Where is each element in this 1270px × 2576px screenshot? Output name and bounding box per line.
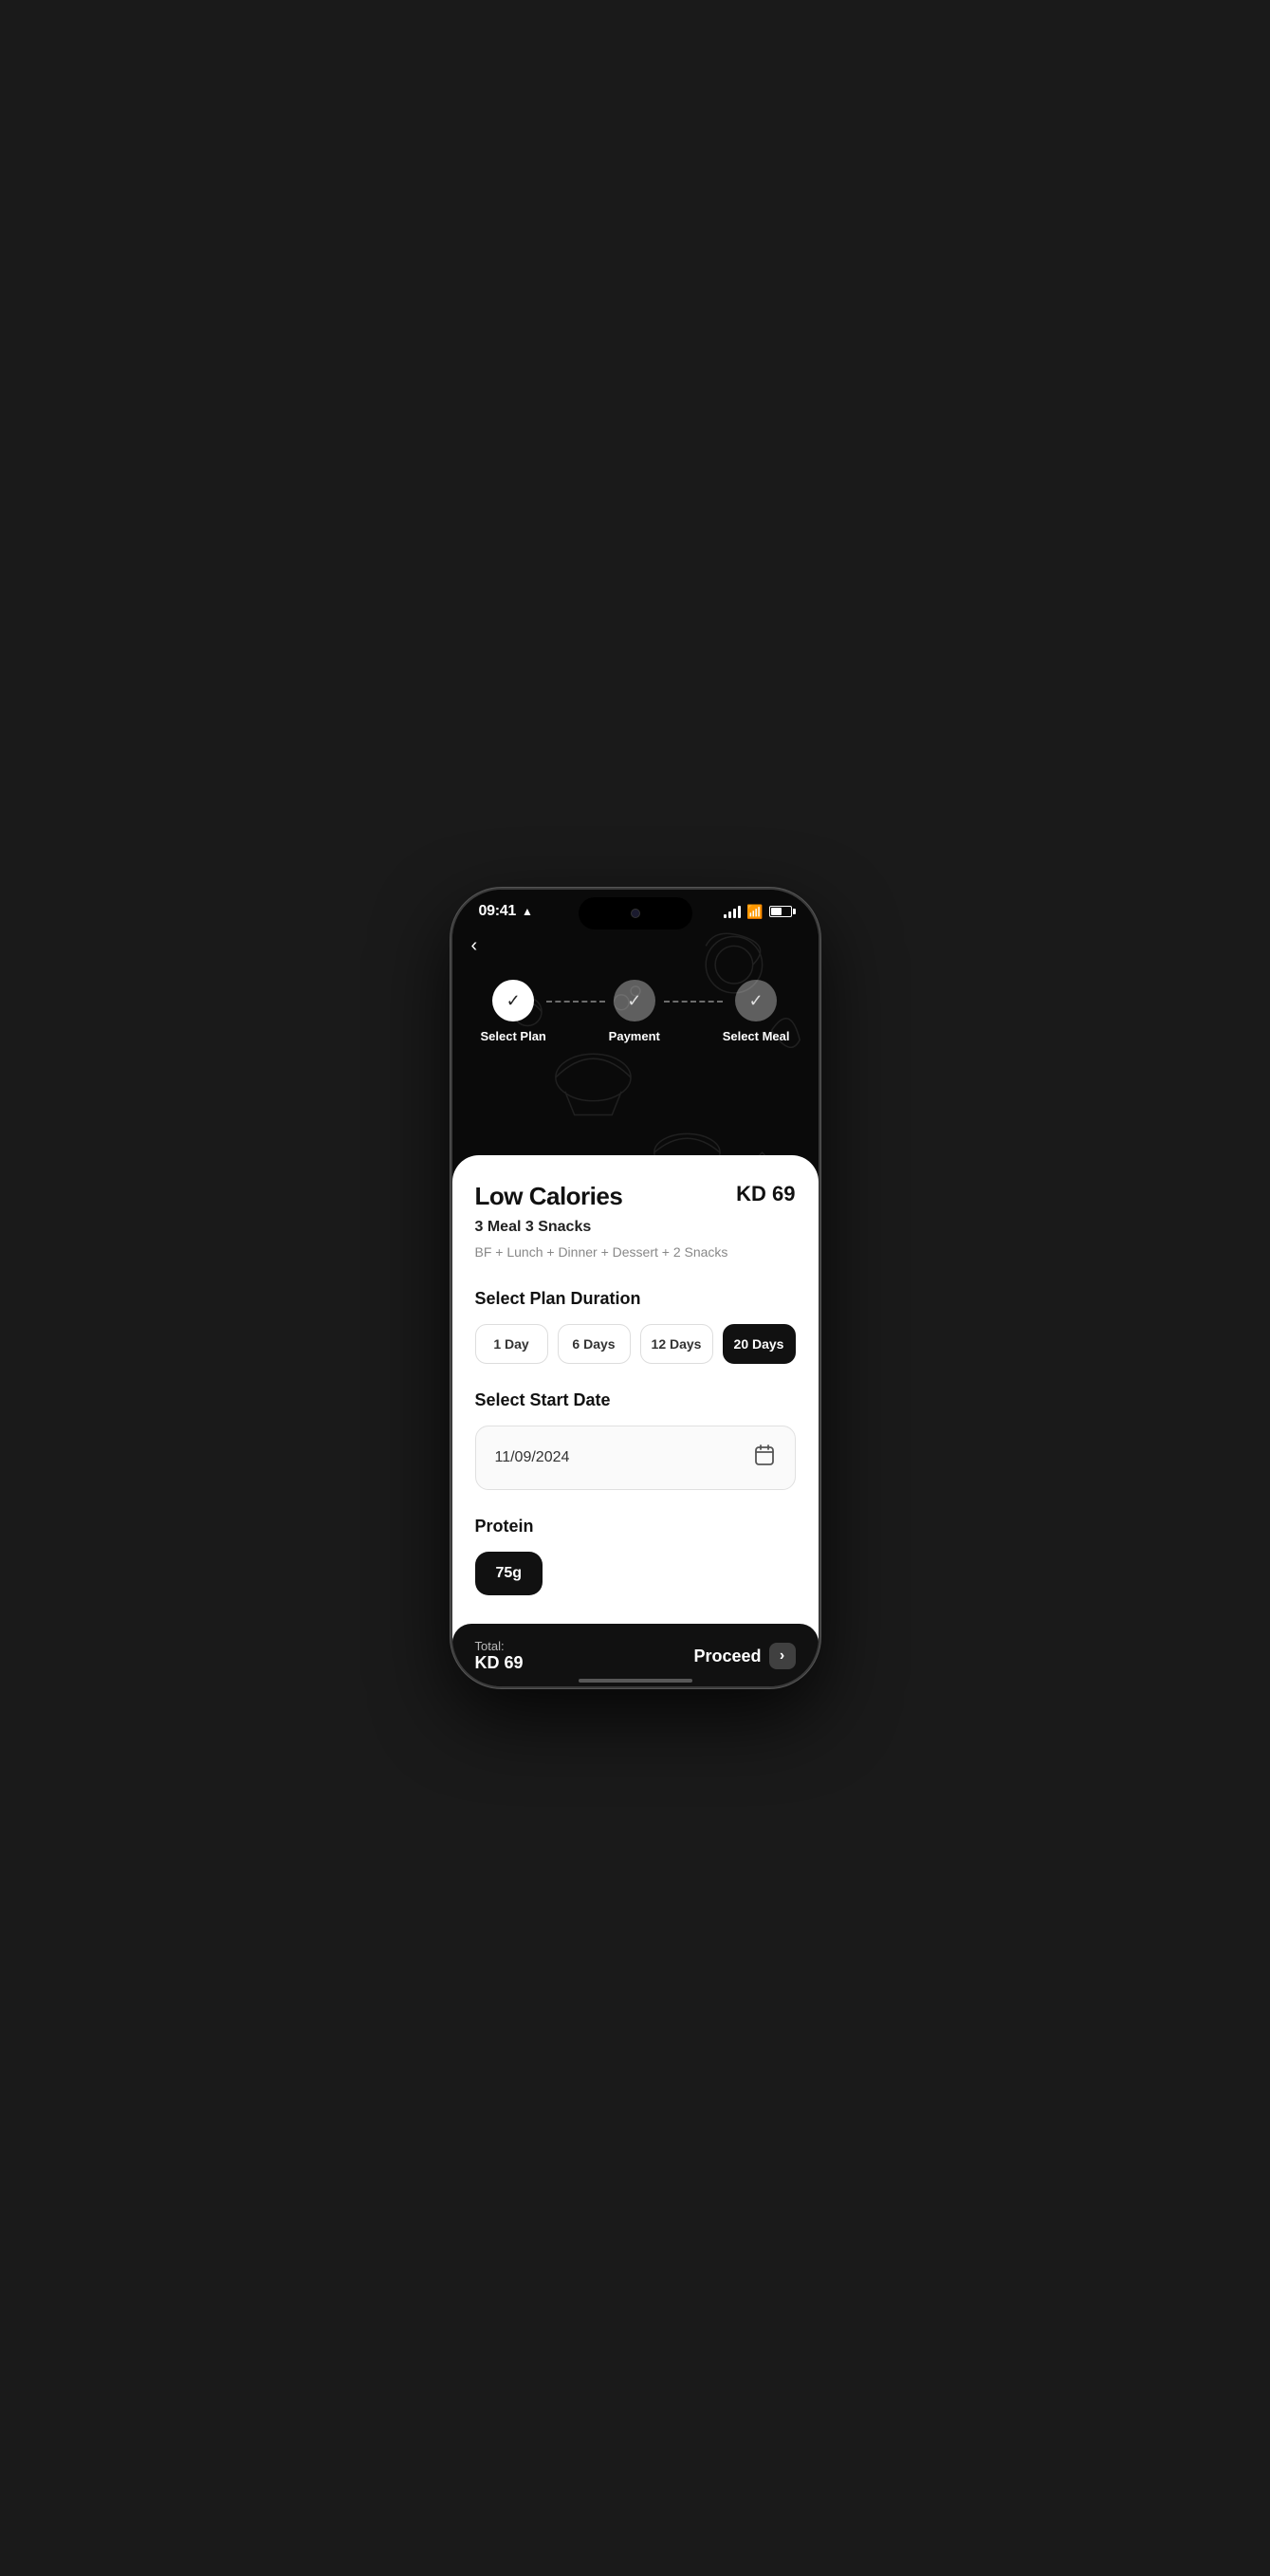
step-circle-select-meal[interactable]: ✓ — [735, 980, 777, 1021]
plan-header: Low Calories KD 69 — [475, 1182, 796, 1211]
signal-bars-icon — [724, 905, 741, 918]
plan-title: Low Calories — [475, 1182, 623, 1211]
battery-icon — [769, 906, 792, 917]
plan-price: KD 69 — [736, 1182, 795, 1206]
total-amount: KD 69 — [475, 1653, 524, 1673]
duration-6-days[interactable]: 6 Days — [558, 1324, 631, 1364]
date-value: 11/09/2024 — [495, 1449, 570, 1466]
bar2 — [728, 911, 731, 918]
proceed-label: Proceed — [693, 1647, 761, 1666]
duration-buttons-group: 1 Day 6 Days 12 Days 20 Days — [475, 1324, 796, 1364]
step-label-select-plan: Select Plan — [481, 1029, 546, 1043]
proceed-arrow-icon: › — [769, 1643, 796, 1669]
camera-dot — [631, 909, 640, 918]
status-time: 09:41 ▲ — [479, 903, 533, 920]
bottom-bar: Total: KD 69 Proceed › — [452, 1624, 819, 1686]
step-label-select-meal: Select Meal — [723, 1029, 790, 1043]
progress-steps: ✓ Select Plan ✓ Payment ✓ Select Meal — [452, 965, 819, 1072]
total-info: Total: KD 69 — [475, 1639, 524, 1673]
back-button[interactable]: ‹ — [452, 928, 819, 965]
content-card: Low Calories KD 69 3 Meal 3 Snacks BF + … — [452, 1155, 819, 1686]
protein-badge[interactable]: 75g — [475, 1552, 543, 1595]
total-label: Total: — [475, 1639, 524, 1653]
duration-1-day[interactable]: 1 Day — [475, 1324, 548, 1364]
bar3 — [733, 909, 736, 918]
plan-description: BF + Lunch + Dinner + Dessert + 2 Snacks — [475, 1243, 796, 1262]
step-connector-2 — [664, 1001, 723, 1003]
proceed-button[interactable]: Proceed › — [693, 1643, 795, 1669]
step-payment: ✓ Payment — [605, 980, 664, 1043]
battery-fill — [771, 908, 782, 915]
date-section-title: Select Start Date — [475, 1390, 796, 1410]
step-circle-select-plan[interactable]: ✓ — [492, 980, 534, 1021]
date-input[interactable]: 11/09/2024 — [475, 1426, 796, 1490]
step-check-payment: ✓ — [627, 991, 641, 1011]
step-label-payment: Payment — [609, 1029, 660, 1043]
step-select-plan: ✓ Select Plan — [481, 980, 546, 1043]
bar1 — [724, 914, 727, 918]
time-display: 09:41 — [479, 903, 516, 920]
plan-subtitle: 3 Meal 3 Snacks — [475, 1219, 796, 1236]
step-connector-1 — [546, 1001, 605, 1003]
camera-notch — [579, 897, 692, 929]
calendar-icon — [753, 1444, 776, 1472]
duration-section-title: Select Plan Duration — [475, 1289, 796, 1309]
duration-20-days[interactable]: 20 Days — [723, 1324, 796, 1364]
duration-12-days[interactable]: 12 Days — [640, 1324, 713, 1364]
location-icon: ▲ — [522, 905, 533, 918]
step-check-select-plan: ✓ — [506, 991, 521, 1011]
phone-screen: 09:41 ▲ 📶 ‹ ✓ — [452, 890, 819, 1686]
wifi-icon: 📶 — [746, 904, 763, 920]
protein-section-title: Protein — [475, 1517, 796, 1536]
step-circle-payment[interactable]: ✓ — [614, 980, 655, 1021]
home-indicator — [579, 1679, 692, 1683]
step-check-select-meal: ✓ — [749, 991, 764, 1011]
bar4 — [738, 906, 741, 918]
step-select-meal: ✓ Select Meal — [723, 980, 790, 1043]
phone-frame: 09:41 ▲ 📶 ‹ ✓ — [451, 888, 820, 1688]
status-icons: 📶 — [724, 904, 791, 920]
